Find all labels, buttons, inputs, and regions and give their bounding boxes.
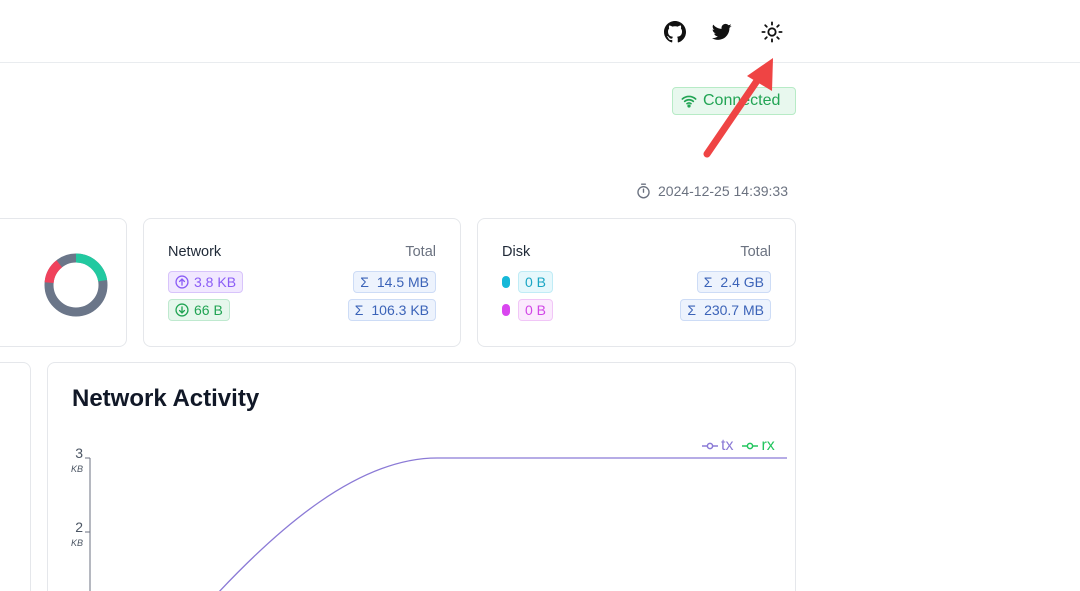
network-download-total: Σ 106.3 KB (347, 299, 436, 321)
github-icon[interactable] (663, 20, 687, 44)
network-total-label: Total (405, 244, 436, 260)
y-tick-label: 2 (75, 519, 83, 535)
sigma-icon: Σ (360, 274, 369, 290)
twitter-icon[interactable] (710, 20, 734, 44)
disk-card-title: Disk (502, 244, 531, 260)
disk-card: Disk Total 0 B 0 B Σ 2.4 GB Σ 230.7 MB (477, 218, 796, 347)
sigma-icon: Σ (354, 302, 364, 318)
network-upload-total: Σ 14.5 MB (353, 271, 436, 293)
network-download-total-value: 106.3 KB (371, 302, 429, 318)
stopwatch-icon (637, 183, 650, 199)
disk-read-rate: 0 B (518, 271, 554, 293)
annotation-arrow (703, 58, 773, 158)
network-download-rate: 66 B (168, 299, 230, 321)
disk-write-indicator (502, 304, 510, 316)
theme-toggle-icon[interactable] (760, 20, 784, 44)
network-activity-chart: 3 KB 2 KB (71, 445, 787, 591)
network-download-rate-value: 66 B (194, 302, 223, 318)
network-card: Network Total 3.8 KB 66 B Σ 14.5 MB Σ 10… (143, 218, 461, 347)
disk-write-total-value: 230.7 MB (704, 302, 764, 318)
network-card-title: Network (168, 244, 222, 260)
y-tick-unit: KB (71, 538, 83, 548)
disk-write-rate: 0 B (518, 299, 554, 321)
last-updated-timestamp: 2024-12-25 14:39:33 (636, 181, 788, 201)
arrow-down-circle-icon (175, 303, 189, 317)
tx-series-line (218, 457, 787, 591)
disk-read-rate-value: 0 B (525, 274, 547, 290)
sigma-icon: Σ (687, 302, 697, 318)
resource-usage-card (0, 218, 127, 347)
top-navbar (0, 0, 1080, 63)
timestamp-value: 2024-12-25 14:39:33 (658, 183, 788, 199)
sigma-icon: Σ (703, 274, 713, 290)
network-upload-rate-value: 3.8 KB (194, 274, 237, 290)
network-upload-total-value: 14.5 MB (376, 274, 429, 290)
left-panel (0, 362, 31, 591)
disk-read-total: Σ 2.4 GB (696, 271, 771, 293)
disk-write-total: Σ 230.7 MB (680, 299, 771, 321)
arrow-up-circle-icon (175, 275, 189, 289)
disk-write-rate-value: 0 B (525, 302, 547, 318)
y-tick-unit: KB (71, 464, 83, 474)
disk-read-indicator (502, 276, 510, 288)
network-activity-title: Network Activity (72, 385, 260, 412)
y-tick-label: 3 (75, 445, 83, 461)
usage-donut-chart (44, 253, 108, 317)
network-upload-rate: 3.8 KB (168, 271, 244, 293)
disk-total-label: Total (740, 244, 771, 260)
disk-read-total-value: 2.4 GB (720, 274, 764, 290)
